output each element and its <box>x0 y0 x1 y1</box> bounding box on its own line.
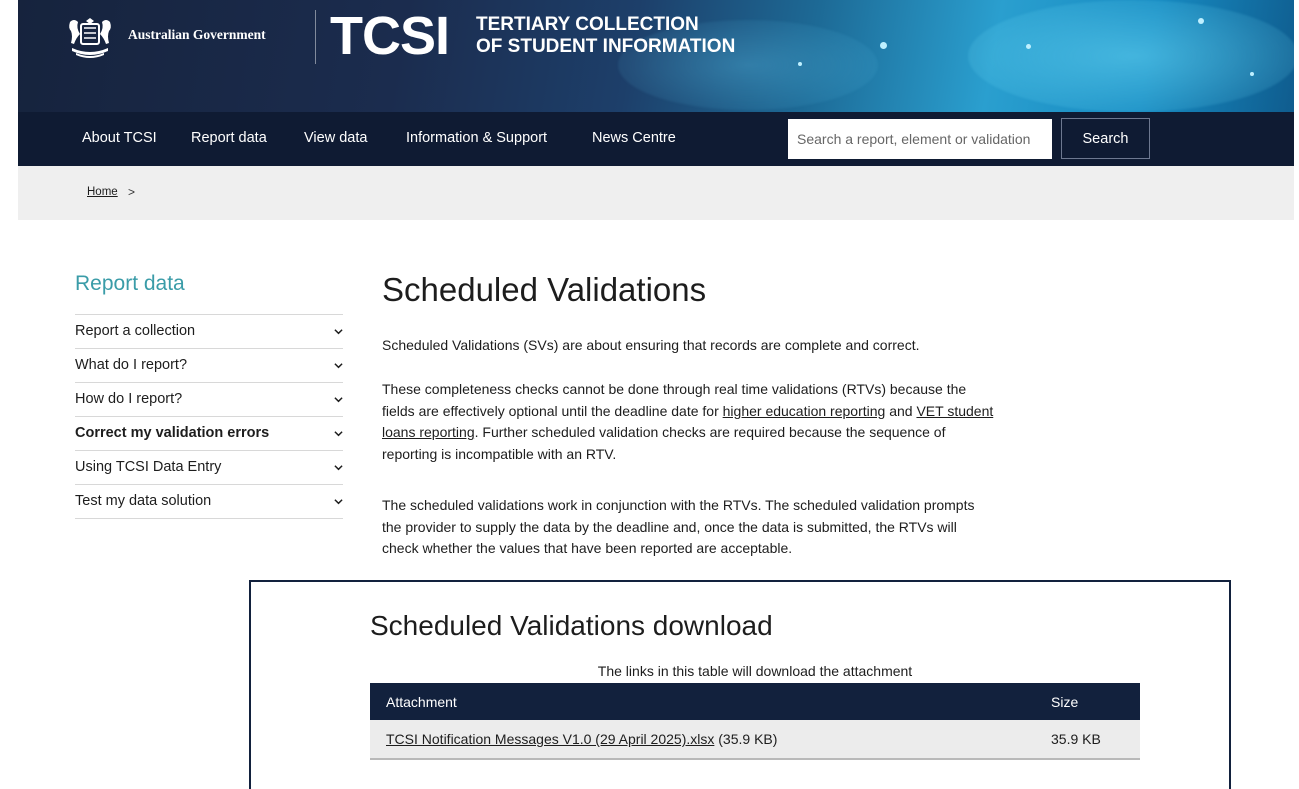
banner-sparkle <box>880 42 887 49</box>
sidebar-item-label: Report a collection <box>75 323 196 339</box>
column-header-attachment: Attachment <box>370 683 1035 720</box>
tcsi-subtitle: TERTIARY COLLECTION OF STUDENT INFORMATI… <box>476 14 735 58</box>
column-header-size: Size <box>1035 683 1140 720</box>
sidebar-item-label: How do I report? <box>75 391 183 407</box>
attachment-size-suffix: (35.9 KB) <box>714 731 778 747</box>
breadcrumb-home-link[interactable]: Home <box>87 186 118 198</box>
chevron-down-icon[interactable] <box>334 327 343 336</box>
rtv-paragraph: The scheduled validations work in conjun… <box>382 497 975 556</box>
breadcrumb: Home > <box>18 166 1294 220</box>
sidebar-menu: Report a collection What do I report? Ho… <box>75 314 343 519</box>
banner-sparkle <box>1026 44 1031 49</box>
tcsi-logo[interactable]: TCSI <box>330 8 450 64</box>
sidebar-title[interactable]: Report data <box>75 272 185 296</box>
attachment-download-link[interactable]: TCSI Notification Messages V1.0 (29 Apri… <box>386 731 714 747</box>
download-title: Scheduled Validations download <box>370 610 773 641</box>
sidebar-item-how-report[interactable]: How do I report? <box>75 383 343 417</box>
chevron-down-icon[interactable] <box>334 463 343 472</box>
sidebar-item-label: What do I report? <box>75 357 188 373</box>
banner-sparkle <box>798 62 802 66</box>
sidebar-item-what-report[interactable]: What do I report? <box>75 349 343 383</box>
banner-sparkle <box>1198 18 1204 24</box>
search-input[interactable] <box>788 119 1052 159</box>
completeness-paragraph: These completeness checks cannot be done… <box>382 379 994 465</box>
banner-glow <box>968 0 1294 112</box>
intro-paragraph: Scheduled Validations (SVs) are about en… <box>382 337 920 353</box>
gov-label: Australian Government <box>128 27 266 42</box>
higher-education-reporting-link[interactable]: higher education reporting <box>723 403 886 419</box>
gov-crest-link[interactable]: Australian Government <box>62 8 266 64</box>
search-button[interactable]: Search <box>1061 118 1150 159</box>
sidebar-item-report-collection[interactable]: Report a collection <box>75 315 343 349</box>
chevron-down-icon[interactable] <box>334 429 343 438</box>
download-table: Attachment Size TCSI Notification Messag… <box>370 683 1140 760</box>
coat-of-arms-icon <box>69 18 111 58</box>
subtitle-line2: OF STUDENT INFORMATION <box>476 36 736 57</box>
sidebar-item-data-entry[interactable]: Using TCSI Data Entry <box>75 451 343 485</box>
chevron-down-icon[interactable] <box>334 395 343 404</box>
nav-item-report-data[interactable]: Report data <box>191 112 267 166</box>
sidebar-item-label: Test my data solution <box>75 493 212 509</box>
nav-item-view-data[interactable]: View data <box>304 112 367 166</box>
subtitle-line1: TERTIARY COLLECTION <box>476 14 699 35</box>
sidebar-item-label: Correct my validation errors <box>75 425 270 441</box>
chevron-down-icon[interactable] <box>334 497 343 506</box>
size-cell: 35.9 KB <box>1035 720 1140 760</box>
banner-divider <box>315 10 316 64</box>
nav-item-about[interactable]: About TCSI <box>82 112 157 166</box>
site-banner: Australian Government TCSI TERTIARY COLL… <box>18 0 1294 112</box>
main-nav: About TCSI Report data View data Informa… <box>18 112 1294 166</box>
breadcrumb-separator: > <box>128 185 136 199</box>
attachment-cell: TCSI Notification Messages V1.0 (29 Apri… <box>370 720 1035 760</box>
sidebar-item-correct-errors[interactable]: Correct my validation errors <box>75 417 343 451</box>
nav-item-info-support[interactable]: Information & Support <box>406 112 547 166</box>
sidebar-item-test-solution[interactable]: Test my data solution <box>75 485 343 519</box>
table-header-row: Attachment Size <box>370 683 1140 720</box>
chevron-down-icon[interactable] <box>334 361 343 370</box>
table-caption: The links in this table will download th… <box>597 663 913 679</box>
sidebar-item-label: Using TCSI Data Entry <box>75 459 222 475</box>
banner-sparkle <box>1250 72 1254 76</box>
page-title: Scheduled Validations <box>382 271 707 308</box>
table-row: TCSI Notification Messages V1.0 (29 Apri… <box>370 720 1140 760</box>
paragraph-text: and <box>885 402 917 419</box>
nav-item-news[interactable]: News Centre <box>592 112 676 166</box>
